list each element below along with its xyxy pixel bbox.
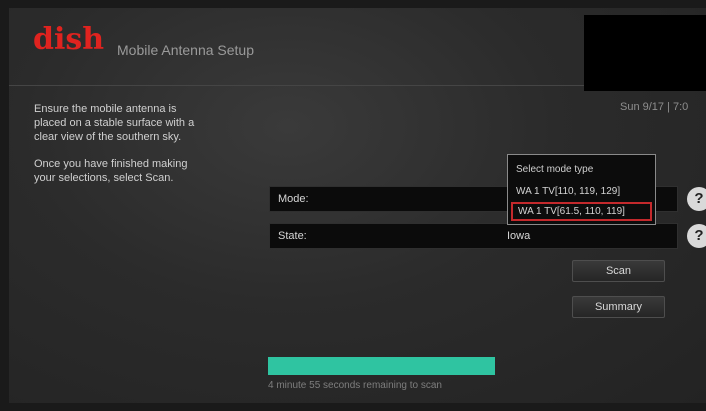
state-label: State: bbox=[278, 230, 307, 242]
state-help-icon[interactable]: ? bbox=[687, 224, 706, 248]
mode-label: Mode: bbox=[278, 193, 309, 205]
date-time: Sun 9/17 | 7:0 bbox=[620, 101, 689, 113]
scan-progress-fill bbox=[268, 357, 495, 375]
summary-button[interactable]: Summary bbox=[572, 296, 665, 318]
dish-logo: dish bbox=[33, 22, 105, 57]
state-selector[interactable]: State: Iowa bbox=[269, 223, 678, 249]
state-value: Iowa bbox=[507, 230, 531, 242]
live-tv-preview bbox=[584, 15, 706, 91]
scan-progress-bar bbox=[268, 357, 495, 375]
instruction-line: clear view of the southern sky. bbox=[34, 131, 182, 143]
scan-remaining-text: 4 minute 55 seconds remaining to scan bbox=[268, 380, 442, 391]
instruction-line: placed on a stable surface with a bbox=[34, 117, 195, 129]
page-title: Mobile Antenna Setup bbox=[117, 42, 254, 58]
instruction-line: your selections, select Scan. bbox=[34, 172, 174, 184]
mode-type-dropdown: Select mode type WA 1 TV[110, 119, 129] … bbox=[507, 154, 656, 225]
mode-option[interactable]: WA 1 TV[110, 119, 129] bbox=[511, 182, 652, 201]
dropdown-title: Select mode type bbox=[516, 164, 594, 175]
mode-help-icon[interactable]: ? bbox=[687, 187, 706, 211]
instruction-line: Ensure the mobile antenna is bbox=[34, 103, 177, 115]
tv-screen: dish Mobile Antenna Setup Sun 9/17 | 7:0… bbox=[9, 8, 706, 403]
mode-option-selected[interactable]: WA 1 TV[61.5, 110, 119] bbox=[511, 202, 652, 221]
scan-button[interactable]: Scan bbox=[572, 260, 665, 282]
instruction-line: Once you have finished making bbox=[34, 158, 188, 170]
